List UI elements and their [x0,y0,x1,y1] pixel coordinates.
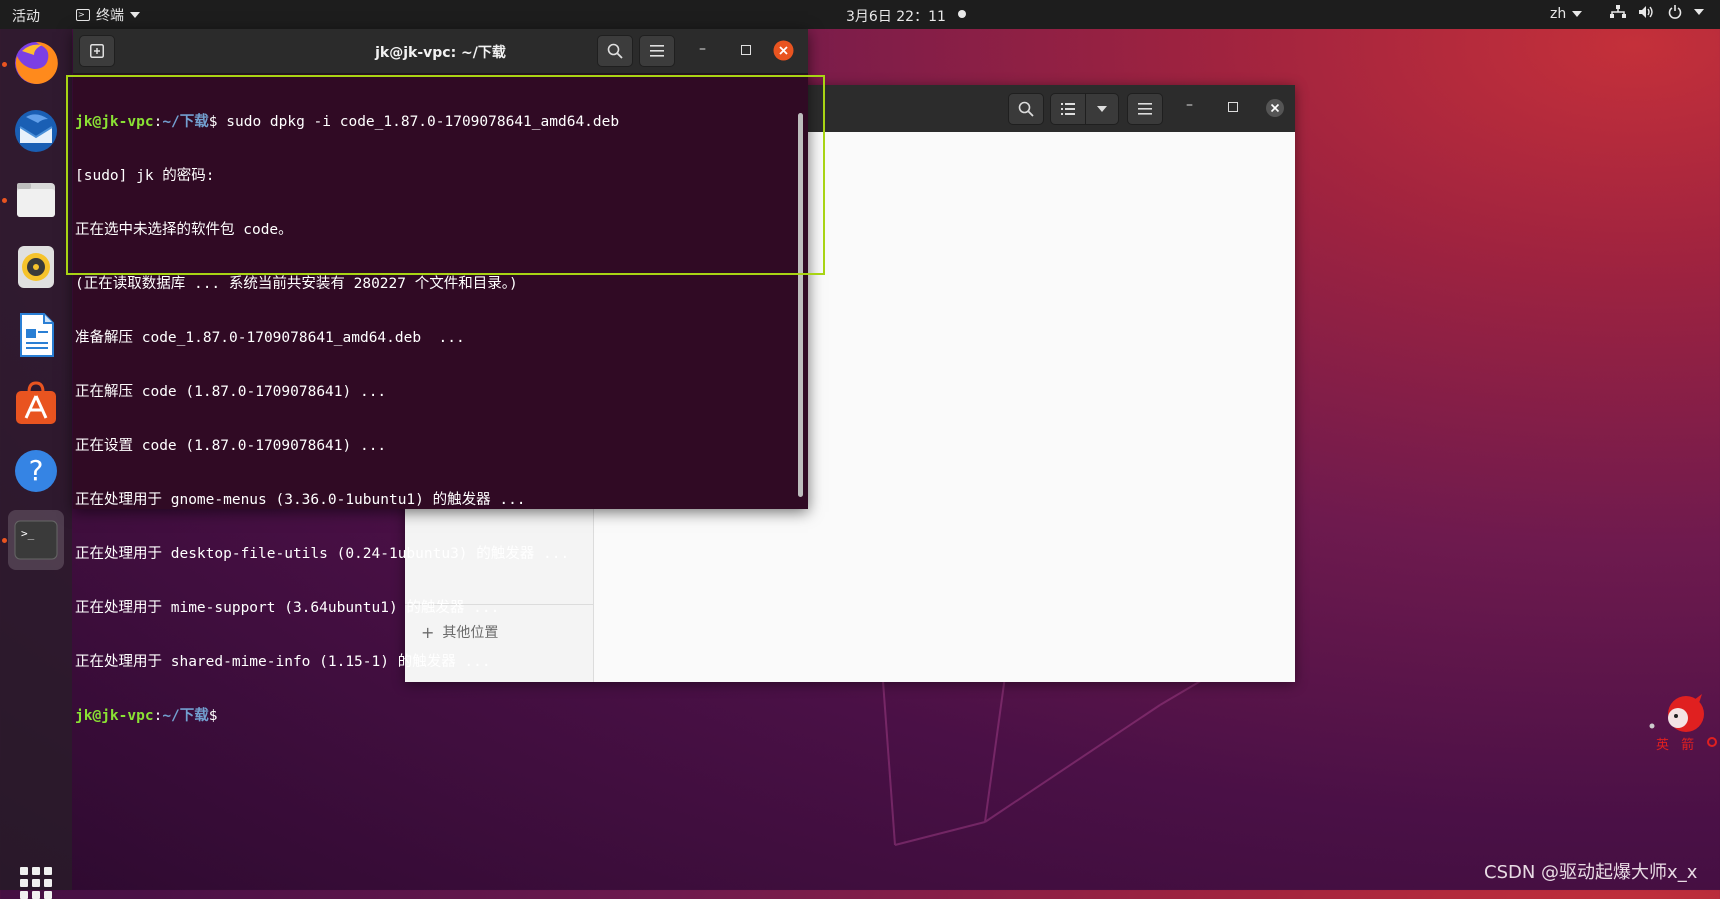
running-indicator [2,538,7,543]
input-method-mascot[interactable]: 英 箭 [1648,686,1718,756]
prompt-path: ~/下载 [162,708,209,724]
help-icon: ? [15,450,57,492]
svg-text:?: ? [29,454,44,487]
terminal-menu-button[interactable] [639,35,675,67]
window-title: jk@jk-vpc: ~/下载 [375,45,506,61]
document-icon [20,313,54,357]
dock-item-writer[interactable] [8,307,64,363]
dock-item-help[interactable]: ? [8,443,64,499]
app-menu[interactable]: > 终端 [76,5,140,25]
shopping-bag-icon [16,381,56,424]
prompt-line: jk@jk-vpc:~/下载$ [75,708,227,724]
fm-list-view-button[interactable] [1050,93,1086,125]
input-method-menu[interactable]: zh [1550,6,1583,22]
search-icon [607,43,623,59]
chevron-down-icon [1572,11,1583,17]
running-indicator [2,62,7,67]
language-label: zh [1550,6,1567,22]
hamburger-icon [1138,103,1152,115]
fm-view-options-button[interactable] [1085,93,1119,125]
search-icon [1018,101,1034,117]
chevron-down-icon [130,12,140,18]
terminal-icon: > [76,9,90,21]
output-line: 正在处理用于 gnome-menus (3.36.0-1ubuntu1) 的触发… [75,492,526,508]
fm-maximize-button[interactable] [1228,102,1238,112]
dock: ? >_ [0,29,72,899]
top-bar: 活动 > 终端 3月6日 22：11 zh [0,0,1720,29]
activities-button[interactable]: 活动 [12,6,40,26]
output-line: 正在处理用于 desktop-file-utils (0.24-1ubuntu3… [75,546,570,562]
output-line: (正在读取数据库 ... 系统当前共安装有 280227 个文件和目录。) [75,276,518,292]
terminal-search-button[interactable] [597,35,633,67]
mascot-label: 英 箭 [1656,738,1699,753]
dock-item-firefox[interactable] [8,35,64,91]
terminal-icon: >_ [14,520,58,560]
running-indicator [2,198,7,203]
prompt-user: jk@jk-vpc [75,708,154,724]
fm-search-button[interactable] [1008,93,1044,125]
notification-dot [958,10,966,18]
dock-item-rhythmbox[interactable] [8,239,64,295]
minimize-button[interactable]: – [699,41,706,57]
firefox-icon [15,41,58,84]
hamburger-icon [650,45,664,57]
app-menu-label: 终端 [96,8,124,24]
speaker-icon [18,246,54,288]
fm-minimize-button[interactable]: – [1186,97,1193,113]
fm-close-button[interactable] [1265,98,1285,118]
maximize-button[interactable] [741,45,751,55]
dock-item-terminal[interactable]: >_ [8,510,64,570]
power-icon [1668,5,1682,19]
dock-item-thunderbird[interactable] [8,103,64,159]
folder-icon [17,183,55,217]
system-menu[interactable] [1610,5,1704,19]
output-line: 正在解压 code (1.87.0-1709078641) ... [75,384,387,400]
dock-item-software[interactable] [8,375,64,431]
close-button[interactable] [773,40,794,61]
chevron-down-icon [1097,106,1107,112]
fm-menu-button[interactable] [1127,93,1163,125]
network-icon [1610,5,1626,18]
output-line: 正在设置 code (1.87.0-1709078641) ... [75,438,387,454]
terminal-headerbar: jk@jk-vpc: ~/下载 – [73,29,808,74]
show-applications-button[interactable] [20,867,52,899]
clock[interactable]: 3月6日 22：11 [846,6,946,26]
thunderbird-icon [15,110,57,152]
svg-text:>_: >_ [21,527,35,540]
dock-item-files[interactable] [8,171,64,227]
output-line: 正在处理用于 shared-mime-info (1.15-1) 的触发器 ..… [75,654,491,670]
volume-icon [1639,6,1653,18]
output-line: 正在处理用于 mime-support (3.64ubuntu1) 的触发器 .… [75,600,500,616]
watermark: CSDN @驱动起爆大师x_x [1484,862,1698,883]
output-line: 准备解压 code_1.87.0-1709078641_amd64.deb ..… [75,330,465,346]
chevron-down-icon [1694,9,1704,15]
list-icon [1061,103,1075,115]
highlight-box [66,75,825,275]
